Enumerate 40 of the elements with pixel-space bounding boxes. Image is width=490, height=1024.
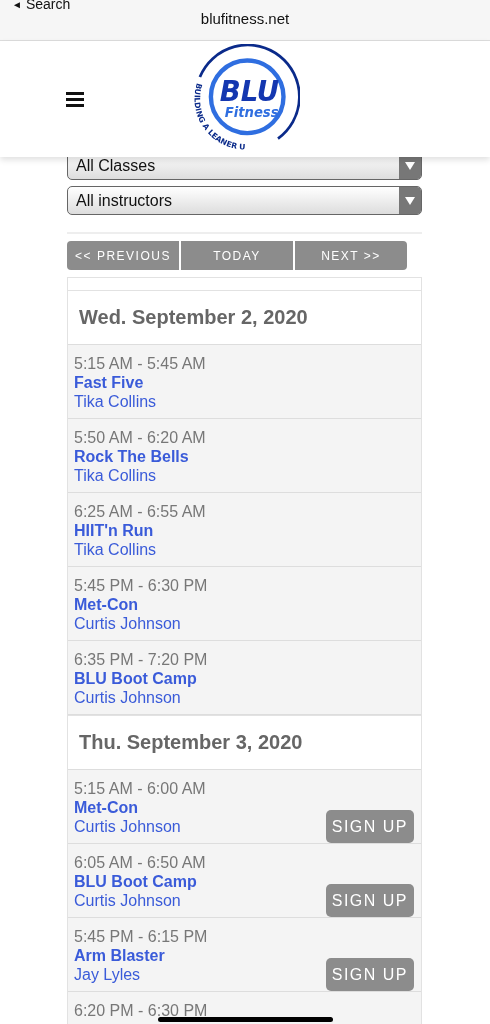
day-heading: Wed. September 2, 2020 <box>68 290 421 345</box>
class-name[interactable]: Met-Con <box>74 595 138 614</box>
class-name[interactable]: Fast Five <box>74 373 144 392</box>
class-time: 5:15 AM - 6:00 AM <box>74 779 206 798</box>
class-name[interactable]: Arm Blaster <box>74 946 165 965</box>
instructor-name[interactable]: Tika Collins <box>74 392 157 411</box>
class-time: 6:25 AM - 6:55 AM <box>74 502 206 521</box>
instructor-name[interactable]: Tika Collins <box>74 540 157 559</box>
class-name[interactable]: HIIT'n Run <box>74 521 154 540</box>
sign-up-button[interactable]: SIGN UP <box>325 958 414 991</box>
class-time: 6:05 AM - 6:50 AM <box>74 853 206 872</box>
class-time: 5:45 PM - 6:15 PM <box>74 927 208 946</box>
class-name[interactable]: BLU Boot Camp <box>74 669 197 688</box>
class-time: 6:35 PM - 7:20 PM <box>74 650 208 669</box>
url-text[interactable]: blufitness.net <box>200 10 290 27</box>
nav-button[interactable]: << PREVIOUS <box>67 241 179 270</box>
class-name[interactable]: Met-Con <box>74 798 138 817</box>
nav-button[interactable]: TODAY <box>181 241 293 270</box>
class-time: 5:15 AM - 5:45 AM <box>74 354 206 373</box>
class-name[interactable]: BLU Boot Camp <box>74 872 197 891</box>
day-heading: Thu. September 3, 2020 <box>68 715 421 770</box>
dropdown-field[interactable]: All instructors <box>67 186 422 215</box>
class-time: 5:45 PM - 6:30 PM <box>74 576 208 595</box>
instructor-name[interactable]: Tika Collins <box>74 466 157 485</box>
dropdown-arrow-icon <box>405 196 415 205</box>
dropdown-field[interactable]: All Classes <box>67 157 422 180</box>
class-time: 6:20 PM - 6:30 PM <box>74 1001 208 1020</box>
instructor-name[interactable]: Curtis Johnson <box>74 688 181 707</box>
dropdown-arrow-icon <box>405 161 415 170</box>
sign-up-button[interactable]: SIGN UP <box>325 810 414 843</box>
back-icon: ◄ <box>12 0 22 10</box>
instructor-name[interactable]: Curtis Johnson <box>74 817 181 836</box>
menu-icon[interactable] <box>66 91 86 108</box>
instructor-name[interactable]: Jay Lyles <box>74 965 141 984</box>
instructor-name[interactable]: Curtis Johnson <box>74 891 181 910</box>
class-name[interactable]: Rock The Bells <box>74 447 189 466</box>
class-time: 5:50 AM - 6:20 AM <box>74 428 206 447</box>
instructor-name[interactable]: Curtis Johnson <box>74 614 181 633</box>
nav-button[interactable]: NEXT >> <box>295 241 407 270</box>
sign-up-button[interactable]: SIGN UP <box>325 884 414 917</box>
